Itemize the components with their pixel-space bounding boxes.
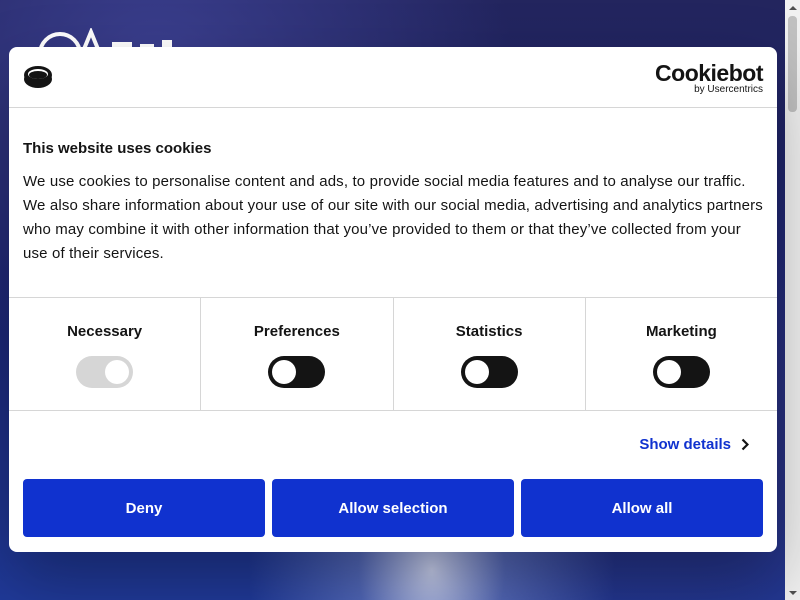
scroll-up-icon[interactable] (785, 0, 800, 15)
cookie-consent-dialog: Cookiebot by Usercentrics This website u… (9, 47, 777, 552)
allow-selection-button[interactable]: Allow selection (272, 479, 514, 537)
dialog-buttons: Deny Allow selection Allow all (23, 479, 763, 537)
switch-knob (656, 360, 681, 384)
scroll-down-icon[interactable] (785, 585, 800, 600)
details-row: Show details (9, 411, 777, 479)
statistics-switch[interactable] (460, 356, 518, 388)
dialog-body: This website uses cookies We use cookies… (9, 108, 777, 297)
switch-knob (105, 360, 130, 384)
marketing-switch[interactable] (652, 356, 710, 388)
toggle-necessary: Necessary (9, 298, 202, 410)
cookiebot-logo: Cookiebot by Usercentrics (655, 61, 763, 96)
toggle-label: Statistics (455, 323, 523, 340)
dialog-header: Cookiebot by Usercentrics (9, 47, 777, 108)
chevron-right-icon (741, 438, 749, 451)
necessary-switch (76, 356, 134, 388)
page-scrollbar[interactable] (785, 0, 800, 600)
toggle-marketing: Marketing (586, 298, 777, 410)
toggle-label: Marketing (645, 323, 717, 340)
scroll-thumb[interactable] (788, 16, 797, 112)
consent-toggles: Necessary Preferences Statistics Marketi… (9, 297, 777, 411)
toggle-preferences: Preferences (201, 298, 394, 410)
show-details-label: Show details (639, 436, 731, 453)
toggle-statistics: Statistics (394, 298, 586, 410)
dialog-description: We use cookies to personalise content an… (23, 173, 763, 262)
toggle-label: Preferences (253, 323, 340, 340)
cookiebot-wordmark: Cookiebot (655, 60, 763, 86)
preferences-switch[interactable] (268, 356, 326, 388)
switch-knob (464, 360, 489, 384)
allow-all-button[interactable]: Allow all (521, 479, 763, 537)
deny-button[interactable]: Deny (23, 479, 265, 537)
show-details-link[interactable]: Show details (639, 436, 749, 453)
dialog-title: This website uses cookies (23, 140, 212, 157)
cookie-icon (24, 66, 52, 88)
switch-knob (272, 360, 297, 384)
toggle-label: Necessary (67, 323, 143, 340)
